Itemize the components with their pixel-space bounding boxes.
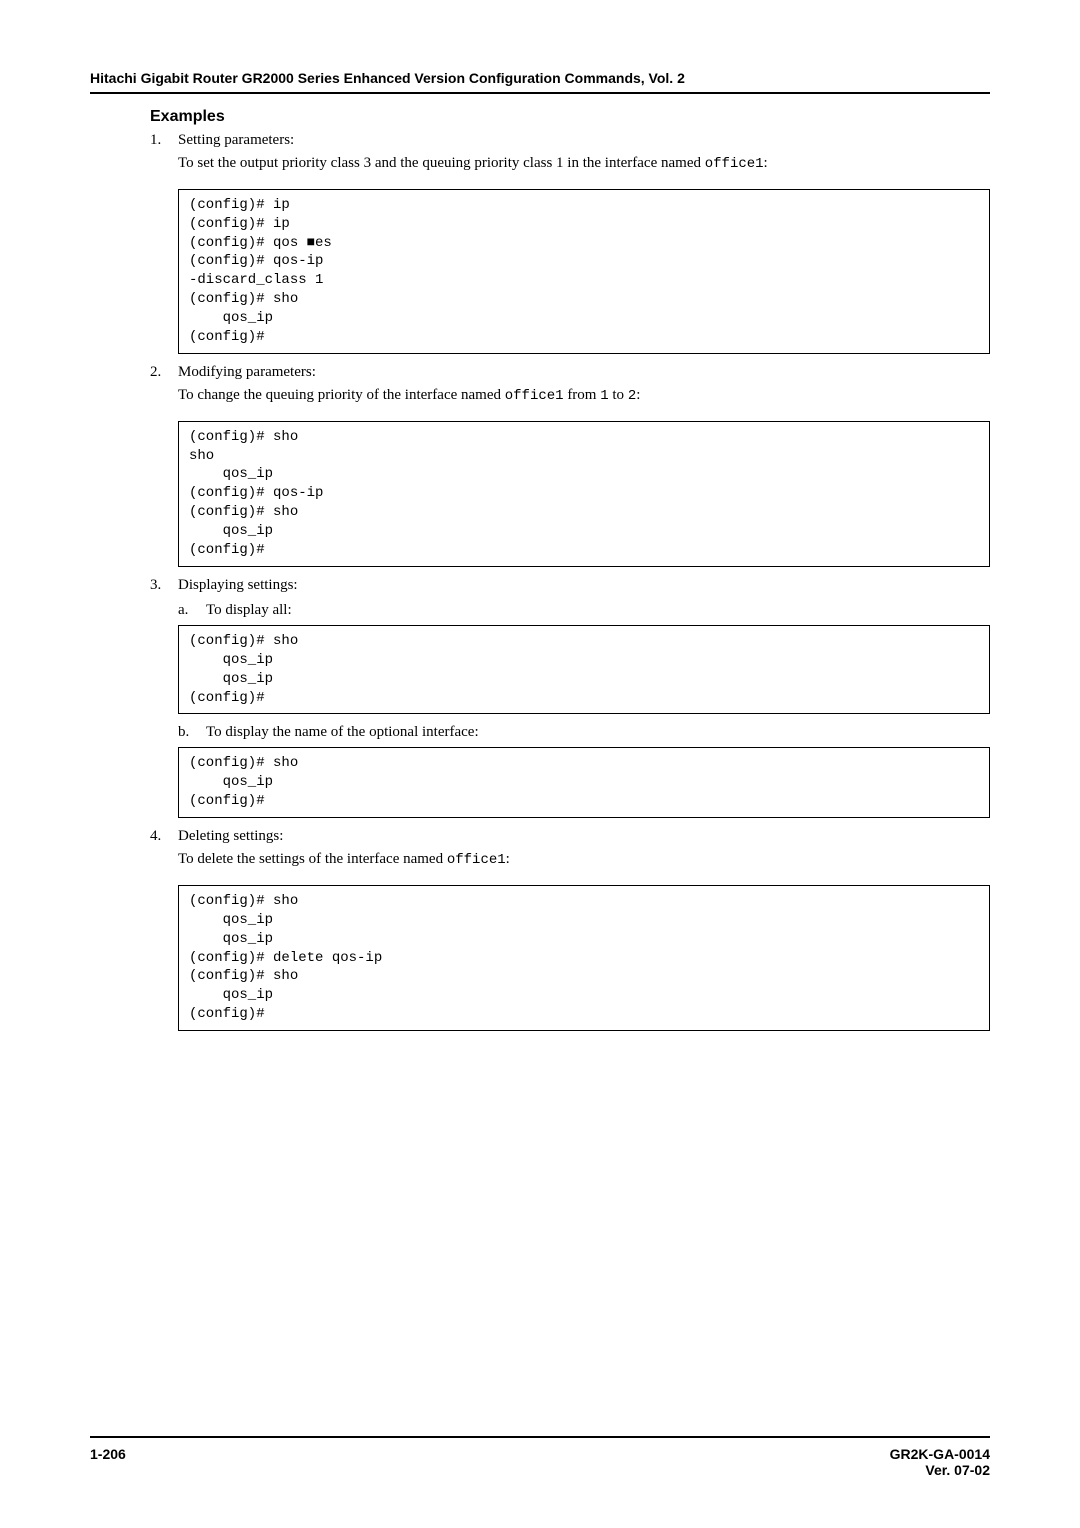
item-title: Deleting settings: <box>178 828 990 845</box>
item-title: Setting parameters: <box>178 132 990 149</box>
code-block-3a: (config)# sho qos_ip qos_ip (config)# <box>178 625 990 715</box>
code-block-4: (config)# sho qos_ip qos_ip (config)# de… <box>178 885 990 1031</box>
sub-item-3b: b. To display the name of the optional i… <box>178 724 990 741</box>
code-block-3b: (config)# sho qos_ip (config)# <box>178 747 990 818</box>
content-area: Examples 1. Setting parameters: To set t… <box>90 108 990 1031</box>
example-item-3: 3. Displaying settings: <box>150 577 990 598</box>
desc-text: : <box>764 155 768 171</box>
code-block-2: (config)# sho sho qos_ip (config)# qos-i… <box>178 421 990 567</box>
header-title: Hitachi Gigabit Router GR2000 Series Enh… <box>90 70 990 94</box>
item-description: To change the queuing priority of the in… <box>178 385 990 407</box>
sub-text: To display the name of the optional inte… <box>206 724 479 741</box>
item-description: To set the output priority class 3 and t… <box>178 153 990 175</box>
item-body: Deleting settings: To delete the setting… <box>178 828 990 881</box>
desc-code: 2 <box>628 388 636 404</box>
page-footer: 1-206 GR2K-GA-0014 Ver. 07-02 <box>90 1436 990 1478</box>
desc-text: to <box>609 387 628 403</box>
item-number: 3. <box>150 577 178 598</box>
desc-text: To change the queuing priority of the in… <box>178 387 505 403</box>
item-body: Setting parameters: To set the output pr… <box>178 132 990 185</box>
example-item-4: 4. Deleting settings: To delete the sett… <box>150 828 990 881</box>
sub-text: To display all: <box>206 602 292 619</box>
item-body: Modifying parameters: To change the queu… <box>178 364 990 417</box>
item-title: Displaying settings: <box>178 577 990 594</box>
desc-text: from <box>564 387 601 403</box>
code-block-1: (config)# ip (config)# ip (config)# qos … <box>178 189 990 354</box>
item-body: Displaying settings: <box>178 577 990 598</box>
desc-code: 1 <box>600 388 608 404</box>
desc-text: To delete the settings of the interface … <box>178 851 447 867</box>
item-number: 4. <box>150 828 178 881</box>
item-title: Modifying parameters: <box>178 364 990 381</box>
example-item-1: 1. Setting parameters: To set the output… <box>150 132 990 185</box>
examples-heading: Examples <box>150 108 990 126</box>
desc-code: office1 <box>447 852 506 868</box>
example-item-2: 2. Modifying parameters: To change the q… <box>150 364 990 417</box>
desc-text: To set the output priority class 3 and t… <box>178 155 705 171</box>
footer-doc-id: GR2K-GA-0014 <box>890 1446 990 1462</box>
item-description: To delete the settings of the interface … <box>178 849 990 871</box>
footer-right: GR2K-GA-0014 Ver. 07-02 <box>890 1446 990 1478</box>
desc-code: office1 <box>705 156 764 172</box>
item-number: 2. <box>150 364 178 417</box>
sub-letter: b. <box>178 724 206 741</box>
footer-page-number: 1-206 <box>90 1446 126 1478</box>
sub-letter: a. <box>178 602 206 619</box>
sub-item-3a: a. To display all: <box>178 602 990 619</box>
desc-code: office1 <box>505 388 564 404</box>
item-number: 1. <box>150 132 178 185</box>
desc-text: : <box>506 851 510 867</box>
desc-text: : <box>636 387 640 403</box>
footer-version: Ver. 07-02 <box>890 1462 990 1478</box>
